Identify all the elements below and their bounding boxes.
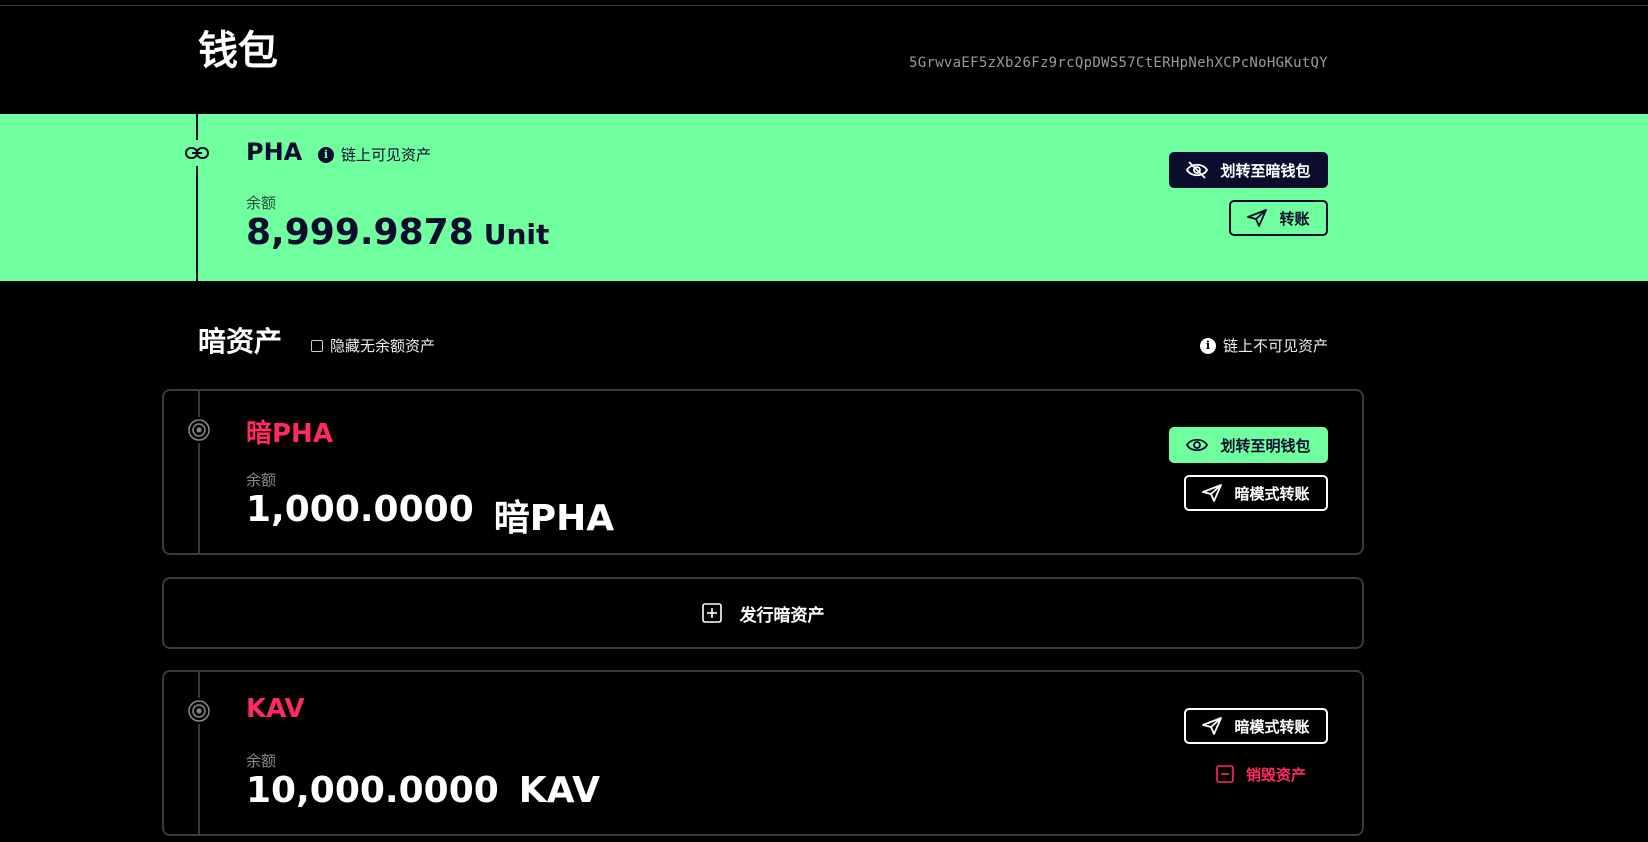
- transfer-to-dark-wallet-button[interactable]: 划转至暗钱包: [1169, 152, 1328, 188]
- target-icon: [186, 417, 212, 443]
- dark-visibility-label: 链上不可见资产: [1222, 337, 1328, 355]
- dark-transfer-button[interactable]: 暗模式转账: [1184, 475, 1328, 511]
- timeline-line: [198, 672, 200, 834]
- dark-transfer-label: 暗模式转账: [1234, 484, 1310, 503]
- dark-asset-card: KAV 余额 10,000.0000 KAV 暗模式转账 销毁资产: [162, 670, 1364, 836]
- dark-visibility-info: i 链上不可见资产: [1199, 335, 1328, 356]
- balance-value: 10,000.0000: [246, 770, 499, 811]
- wallet-address[interactable]: 5GrwvaEF5zXb26Fz9rcQpDWS57CtERHpNehXCPcN…: [909, 55, 1328, 71]
- minus-square-icon: [1216, 765, 1234, 783]
- dark-transfer-label: 暗模式转账: [1234, 717, 1310, 736]
- asset-name: KAV: [246, 694, 305, 724]
- hide-zero-label: 隐藏无余额资产: [330, 337, 436, 355]
- eye-icon: [1186, 438, 1209, 452]
- send-icon: [1202, 484, 1223, 502]
- balance-value: 1,000.0000: [246, 489, 474, 530]
- balance-label: 余额: [246, 194, 277, 212]
- target-icon: [186, 698, 212, 724]
- visibility-label: 链上可见资产: [341, 146, 432, 164]
- visibility-info: i 链上可见资产: [318, 144, 431, 165]
- balance-label: 余额: [246, 752, 277, 770]
- hide-zero-balance-toggle[interactable]: 隐藏无余额资产: [311, 335, 435, 356]
- balance-value: 8,999.9878: [246, 212, 474, 253]
- transfer-button[interactable]: 转账: [1229, 200, 1328, 236]
- page-title: 钱包: [198, 28, 278, 74]
- top-divider: [0, 5, 1648, 6]
- balance-label: 余额: [246, 471, 277, 489]
- balance: 10,000.0000 KAV: [246, 770, 600, 811]
- transfer-to-public-wallet-button[interactable]: 划转至明钱包: [1169, 427, 1328, 463]
- destroy-asset-label: 销毁资产: [1245, 765, 1306, 784]
- transfer-label: 转账: [1279, 209, 1310, 228]
- issue-dark-asset-button[interactable]: 发行暗资产: [162, 577, 1364, 649]
- hide-zero-checkbox[interactable]: [311, 339, 323, 352]
- send-icon: [1247, 209, 1268, 227]
- balance: 8,999.9878 Unit: [246, 212, 549, 253]
- public-asset-band: PHA i 链上可见资产 余额 8,999.9878 Unit 划转至暗钱包 转…: [0, 114, 1648, 281]
- balance-unit: KAV: [518, 770, 600, 811]
- info-icon: i: [318, 146, 334, 163]
- send-icon: [1202, 717, 1223, 735]
- balance-unit: Unit: [483, 218, 550, 251]
- plus-square-icon: [701, 603, 722, 623]
- dark-transfer-button[interactable]: 暗模式转账: [1184, 708, 1328, 744]
- info-icon: i: [1199, 337, 1216, 354]
- asset-name: 暗PHA: [246, 419, 333, 449]
- transfer-to-dark-wallet-label: 划转至暗钱包: [1220, 161, 1311, 180]
- balance-unit: 暗PHA: [493, 498, 615, 539]
- timeline-line: [198, 391, 200, 553]
- asset-name: PHA: [246, 138, 303, 166]
- balance: 1,000.0000 暗PHA: [246, 489, 614, 541]
- eye-off-icon: [1186, 161, 1209, 179]
- link-icon: [184, 140, 210, 166]
- dark-asset-card: 暗PHA 余额 1,000.0000 暗PHA 划转至明钱包 暗模式转账: [162, 389, 1364, 555]
- transfer-to-public-wallet-label: 划转至明钱包: [1220, 436, 1311, 455]
- destroy-asset-button[interactable]: 销毁资产: [1194, 756, 1328, 792]
- dark-assets-title: 暗资产: [198, 325, 283, 358]
- issue-dark-asset-label: 发行暗资产: [739, 605, 825, 626]
